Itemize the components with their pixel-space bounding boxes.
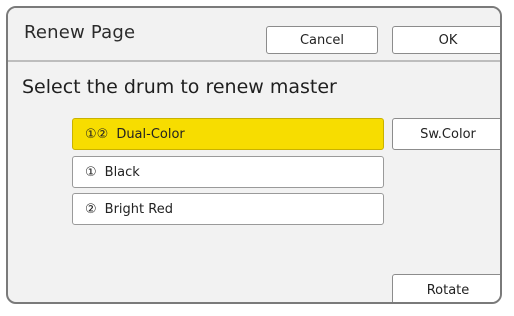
switch-color-button[interactable]: Sw.Color (392, 118, 500, 150)
cancel-button[interactable]: Cancel (266, 26, 378, 54)
drum-option-label: Black (104, 164, 140, 180)
drum-number-label: ② (85, 201, 97, 217)
dialog-header: Renew Page Cancel OK (8, 8, 500, 62)
dialog-title: Renew Page (24, 22, 136, 43)
rotate-button[interactable]: Rotate (392, 274, 500, 302)
drum-option-black[interactable]: ① Black (72, 156, 384, 188)
ok-button[interactable]: OK (392, 26, 500, 54)
drum-number-label: ①② (85, 126, 109, 142)
drum-option-label: Dual-Color (116, 126, 185, 142)
drum-option-bright-red[interactable]: ② Bright Red (72, 193, 384, 225)
drum-option-label: Bright Red (104, 201, 173, 217)
drum-option-dual-color[interactable]: ①② Dual-Color (72, 118, 384, 150)
renew-page-dialog: Renew Page Cancel OK Select the drum to … (6, 6, 502, 304)
instruction-text: Select the drum to renew master (22, 76, 337, 98)
drum-number-label: ① (85, 164, 97, 180)
